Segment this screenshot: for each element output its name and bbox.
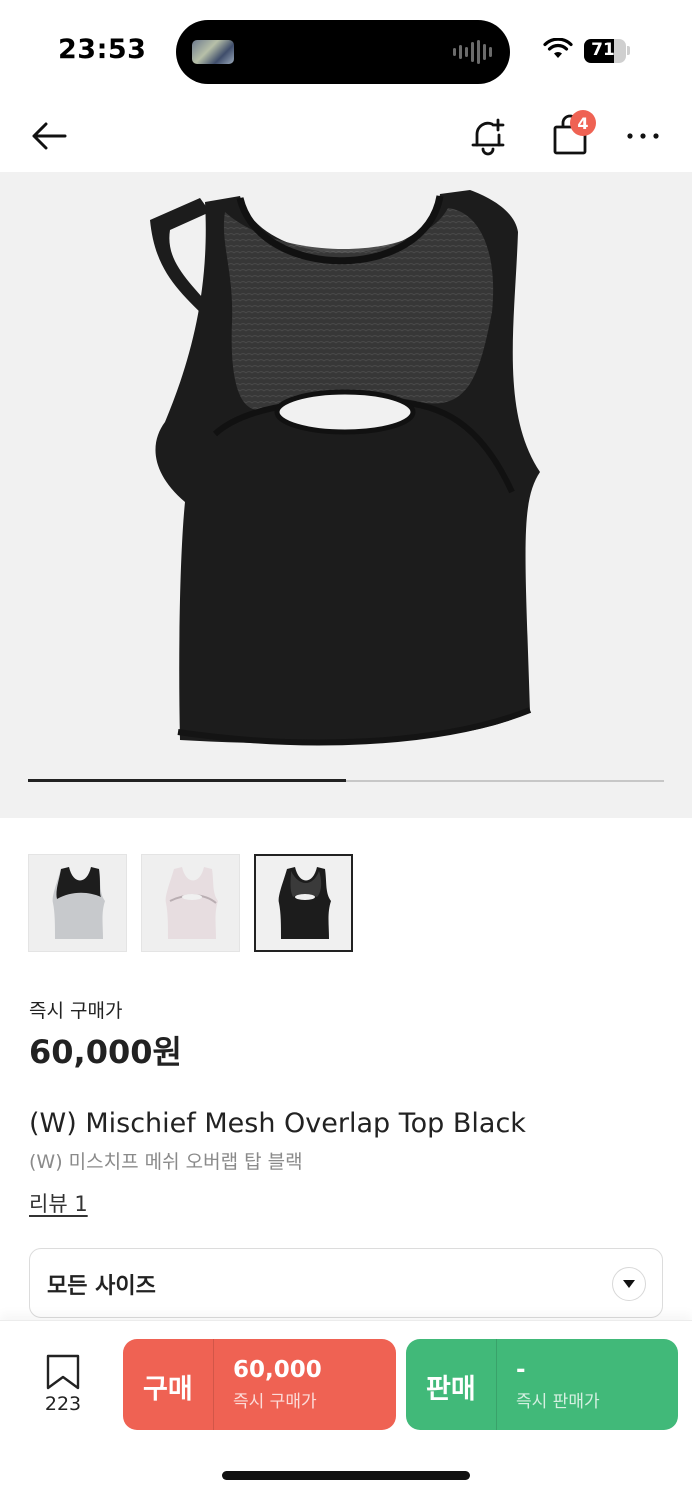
- product-image: [150, 190, 540, 746]
- carousel-progress-fill: [28, 779, 346, 782]
- product-subtitle: (W) 미스치프 메쉬 오버랩 탑 블랙: [29, 1151, 303, 1173]
- status-time: 23:53: [58, 34, 147, 65]
- sell-price: -: [516, 1357, 526, 1383]
- status-bar: 23:53 71: [0, 0, 692, 100]
- thumbnail-grey-black[interactable]: [28, 854, 127, 952]
- bookmark-icon: [46, 1354, 80, 1390]
- arrow-left-icon: [32, 122, 67, 150]
- thumbnail-image: [165, 867, 218, 939]
- price-value: 60,000원: [29, 1033, 182, 1071]
- price-label: 즉시 구매가: [29, 1000, 123, 1022]
- now-playing-artwork: [192, 40, 234, 64]
- chevron-down-icon: [612, 1267, 646, 1301]
- bookmark-button[interactable]: 223: [36, 1353, 90, 1419]
- cart-count-badge: 4: [570, 110, 596, 136]
- product-title: (W) Mischief Mesh Overlap Top Black: [29, 1108, 526, 1139]
- buy-price: 60,000: [233, 1357, 322, 1383]
- size-selector-label: 모든 사이즈: [47, 1274, 156, 1299]
- battery-cap: [627, 46, 630, 55]
- bookmark-count: 223: [44, 1393, 82, 1415]
- home-indicator[interactable]: [222, 1471, 470, 1480]
- thumbnail-image: [278, 867, 331, 939]
- size-selector[interactable]: 모든 사이즈: [29, 1248, 663, 1318]
- battery-percent: 71: [591, 40, 615, 60]
- buy-label: 구매: [143, 1374, 193, 1405]
- buy-price-label: 즉시 구매가: [233, 1392, 317, 1412]
- thumbnail-strip: [28, 854, 353, 952]
- thumbnail-pink[interactable]: [141, 854, 240, 952]
- more-options-button[interactable]: [620, 112, 666, 160]
- bottom-action-bar: 223 구매 60,000 즉시 구매가 판매 - 즉시 판매가: [0, 1320, 692, 1500]
- buy-button[interactable]: 구매 60,000 즉시 구매가: [123, 1339, 396, 1430]
- bell-plus-icon: [471, 118, 505, 156]
- wifi-icon: [543, 38, 573, 58]
- divider: [213, 1339, 214, 1430]
- battery-icon: 71: [584, 39, 626, 63]
- sell-button[interactable]: 판매 - 즉시 판매가: [406, 1339, 678, 1430]
- carousel-progress-track: [28, 779, 664, 782]
- sell-label: 판매: [426, 1374, 476, 1405]
- sell-price-label: 즉시 판매가: [516, 1392, 600, 1412]
- thumbnail-image: [52, 867, 105, 939]
- dynamic-island: [176, 20, 510, 84]
- review-link[interactable]: 리뷰 1: [29, 1188, 88, 1218]
- divider: [496, 1339, 497, 1430]
- price-alert-button[interactable]: [462, 110, 514, 162]
- audio-waveform-icon: [453, 40, 492, 64]
- thumbnail-black[interactable]: [254, 854, 353, 952]
- back-button[interactable]: [22, 112, 76, 160]
- cart-button[interactable]: 4: [540, 108, 600, 162]
- product-image-carousel[interactable]: [0, 172, 692, 818]
- ellipsis-icon: [627, 133, 659, 139]
- top-nav: 4: [0, 100, 692, 172]
